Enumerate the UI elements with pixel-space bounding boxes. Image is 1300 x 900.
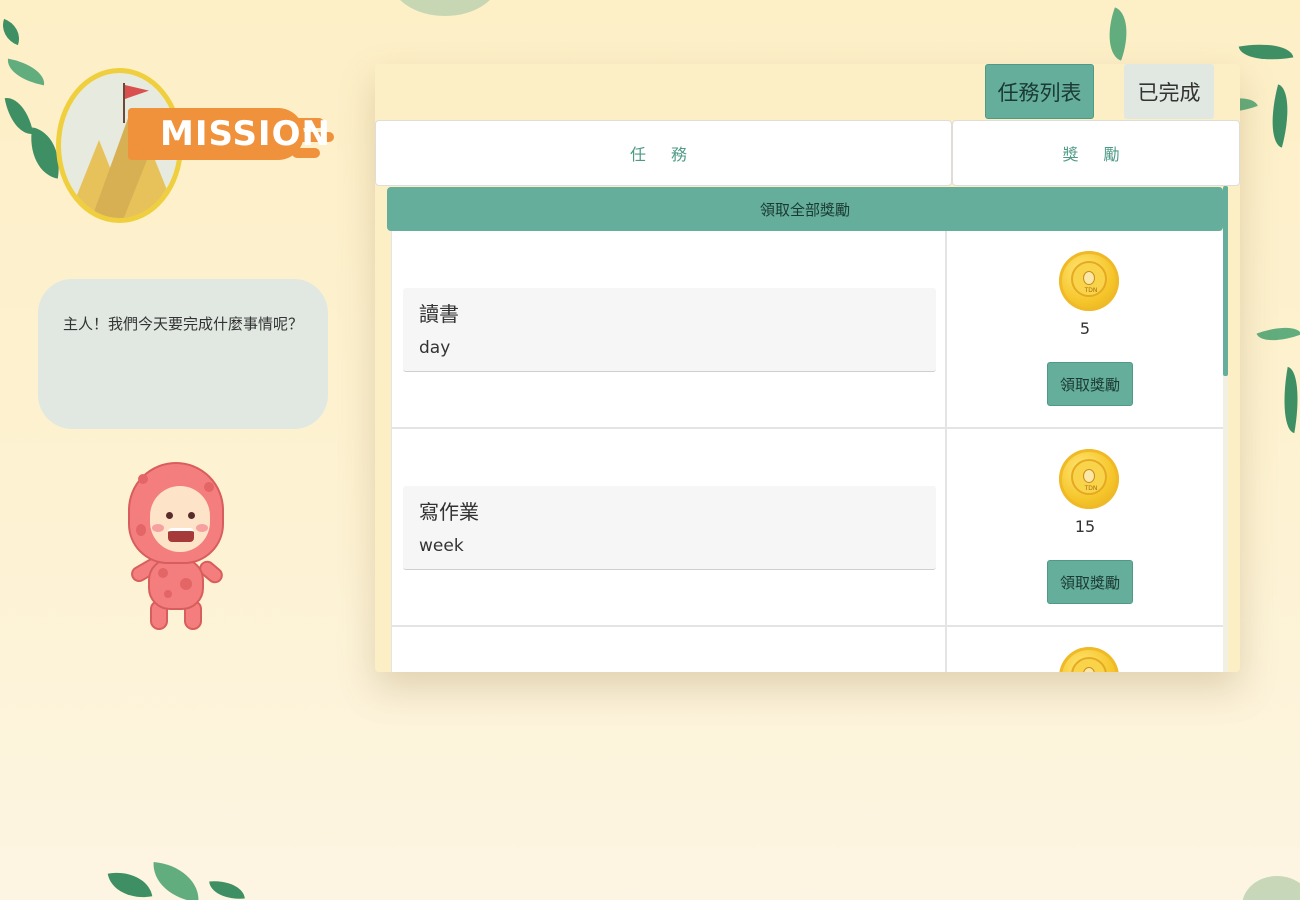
task-cell (391, 627, 947, 672)
assistant-speech-bubble: 主人！我們今天要完成什麼事情呢？ (38, 279, 328, 429)
table-row (391, 627, 1223, 672)
decorative-blob-top (390, 0, 500, 16)
reward-cell: TDN 15 領取獎勵 (947, 429, 1223, 627)
reward-cell (947, 627, 1223, 672)
task-cell: 寫作業 week (391, 429, 947, 627)
reward-column-header-label: 獎 勵 (1062, 145, 1130, 164)
reward-amount: 15 (1074, 517, 1096, 536)
claim-all-rewards-button[interactable]: 領取全部獎勵 (387, 187, 1223, 231)
task-column-header-label: 任 務 (629, 145, 698, 164)
reward-column-header: 獎 勵 (952, 120, 1240, 186)
task-name: 寫作業 (419, 500, 479, 524)
claim-reward-button[interactable]: 領取獎勵 (1047, 560, 1133, 604)
coin-icon: TDN (1059, 449, 1119, 509)
logo-text: MISSION (160, 114, 331, 154)
assistant-message: 主人！我們今天要完成什麼事情呢？ (62, 315, 303, 333)
claim-reward-button[interactable]: 領取獎勵 (1047, 362, 1133, 406)
task-name: 讀書 (419, 302, 459, 326)
coin-icon (1059, 647, 1119, 672)
tab-task-list[interactable]: 任務列表 (985, 64, 1094, 119)
table-row: 讀書 day TDN 5 領取獎勵 (391, 231, 1223, 429)
task-list-scrollbar[interactable] (1223, 186, 1228, 672)
flag-icon (125, 85, 149, 99)
task-cell: 讀書 day (391, 231, 947, 429)
mission-panel: 任務列表 已完成 任 務 獎 勵 領取全部獎勵 讀書 day TDN 5 領取獎… (375, 64, 1240, 672)
mission-logo: MISSION (56, 68, 336, 224)
coin-icon: TDN (1059, 251, 1119, 311)
reward-amount: 5 (1079, 319, 1091, 338)
scrollbar-thumb[interactable] (1223, 186, 1228, 376)
coin-label: TDN (1084, 485, 1098, 492)
flag-pole (123, 83, 125, 123)
mascot-body (148, 558, 204, 610)
mascot-head (128, 462, 224, 564)
task-period: day (419, 338, 451, 358)
task-card: 讀書 day (403, 288, 936, 372)
reward-cell: TDN 5 領取獎勵 (947, 231, 1223, 429)
task-card: 寫作業 week (403, 486, 936, 570)
mascot-face (150, 486, 210, 552)
decorative-blob-bottom-right (1242, 876, 1300, 900)
task-period: week (419, 536, 464, 556)
tab-completed[interactable]: 已完成 (1124, 64, 1214, 119)
task-list[interactable]: 領取全部獎勵 讀書 day TDN 5 領取獎勵 寫作業 week TDN 15… (387, 186, 1223, 672)
coin-label: TDN (1084, 287, 1098, 294)
mascot-character (124, 462, 228, 632)
task-column-header: 任 務 (375, 120, 952, 186)
mascot-mouth (168, 528, 194, 542)
table-row: 寫作業 week TDN 15 領取獎勵 (391, 429, 1223, 627)
